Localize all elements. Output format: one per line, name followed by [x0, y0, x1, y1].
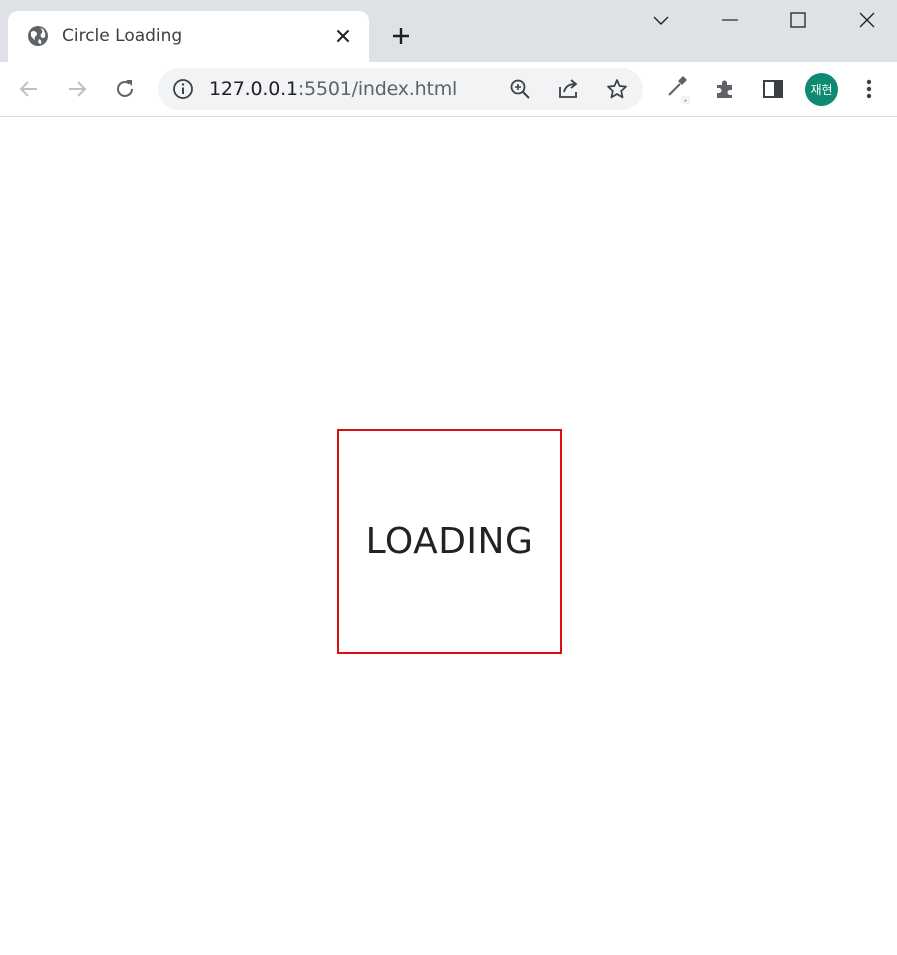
back-arrow-icon[interactable] [12, 72, 46, 106]
tab-close-icon[interactable] [332, 25, 354, 47]
tab-search-chevron-icon[interactable] [639, 0, 683, 40]
close-window-icon[interactable] [845, 0, 889, 40]
loading-box: LOADING [337, 429, 562, 654]
menu-kebab-icon[interactable] [852, 72, 886, 106]
site-info-icon[interactable] [172, 78, 194, 100]
profile-avatar[interactable]: 재현 [805, 73, 838, 106]
page-viewport: LOADING [0, 117, 897, 955]
new-tab-plus-icon[interactable] [386, 22, 416, 50]
maximize-icon[interactable] [776, 0, 820, 40]
zoom-icon[interactable] [507, 76, 533, 102]
share-icon[interactable] [556, 76, 582, 102]
loading-text: LOADING [365, 521, 534, 562]
minimize-icon[interactable] [708, 0, 752, 40]
active-tab[interactable]: Circle Loading [8, 11, 369, 62]
url-text[interactable]: 127.0.0.1:5501/index.html [209, 77, 457, 101]
reload-icon[interactable] [108, 72, 142, 106]
url-path: :5501/index.html [297, 78, 458, 100]
profile-initials: 재현 [810, 83, 833, 97]
forward-arrow-icon[interactable] [60, 72, 94, 106]
browser-toolbar: 127.0.0.1:5501/index.html 재현 [0, 62, 897, 117]
extensions-puzzle-icon[interactable] [708, 72, 742, 106]
globe-icon [27, 25, 49, 47]
tab-title: Circle Loading [62, 26, 183, 46]
eyedropper-extension-icon[interactable] [660, 72, 694, 106]
side-panel-icon[interactable] [756, 72, 790, 106]
url-host: 127.0.0.1 [209, 78, 298, 100]
browser-titlebar: Circle Loading [0, 0, 897, 62]
address-bar[interactable]: 127.0.0.1:5501/index.html [158, 68, 643, 110]
bookmark-star-icon[interactable] [604, 76, 630, 102]
